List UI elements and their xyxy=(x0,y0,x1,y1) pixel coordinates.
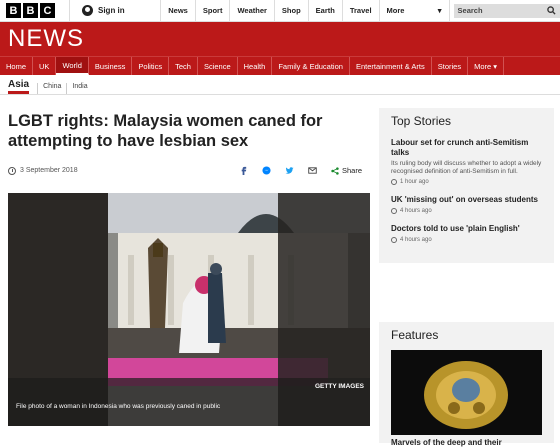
sea-creature-image xyxy=(391,350,542,435)
signin-link[interactable]: Sign in xyxy=(69,0,162,22)
list-item[interactable]: UK 'missing out' on overseas students 4 … xyxy=(391,195,542,214)
section-nav-stories[interactable]: Stories xyxy=(432,57,469,75)
section-nav-family-education[interactable]: Family & Education xyxy=(272,57,350,75)
search-icon xyxy=(547,6,556,15)
section-nav-more[interactable]: More ▾ xyxy=(468,57,505,75)
masthead: B B C Sign in News Sport Weather Shop Ea… xyxy=(0,0,560,22)
section-nav: Home UK World Business Politics Tech Sci… xyxy=(0,56,560,75)
sub-nav-asia[interactable]: Asia xyxy=(8,79,30,94)
bbc-logo[interactable]: B B C xyxy=(6,3,55,18)
feature-image[interactable] xyxy=(391,350,542,435)
section-nav-uk[interactable]: UK xyxy=(33,57,57,75)
twitter-icon[interactable] xyxy=(285,166,294,175)
story-time-text: 4 hours ago xyxy=(400,208,432,214)
section-nav-business[interactable]: Business xyxy=(89,57,133,75)
features-panel: Features Marvels of the deep and their xyxy=(379,322,554,447)
sub-nav-india[interactable]: India xyxy=(66,83,92,94)
section-nav-home[interactable]: Home xyxy=(0,57,34,75)
sub-nav: Asia China India xyxy=(0,75,560,95)
story-time: 4 hours ago xyxy=(391,237,542,243)
logo-block: C xyxy=(40,3,55,18)
more-label: More xyxy=(386,6,405,15)
chevron-down-icon: ▾ xyxy=(437,6,442,15)
global-nav: News Sport Weather Shop Earth Travel Mor… xyxy=(161,0,450,22)
story-time-text: 1 hour ago xyxy=(400,179,429,185)
top-stories: Top Stories Labour set for crunch anti-S… xyxy=(379,108,554,263)
search-placeholder: Search xyxy=(457,6,483,15)
article-headline: LGBT rights: Malaysia women caned for at… xyxy=(8,112,323,150)
section-nav-politics[interactable]: Politics xyxy=(132,57,170,75)
article-photo: GETTY IMAGES File photo of a woman in In… xyxy=(8,193,370,426)
list-item[interactable]: Doctors told to use 'plain English' 4 ho… xyxy=(391,224,542,243)
news-title[interactable]: NEWS xyxy=(8,25,84,53)
section-nav-science[interactable]: Science xyxy=(198,57,238,75)
global-nav-sport[interactable]: Sport xyxy=(196,0,231,22)
list-item[interactable]: Labour set for crunch anti-Semitism talk… xyxy=(391,138,542,185)
photo-credit: GETTY IMAGES xyxy=(315,383,364,390)
article-date: 3 September 2018 xyxy=(20,167,78,174)
clock-icon xyxy=(391,237,397,243)
story-title[interactable]: Doctors told to use 'plain English' xyxy=(391,224,542,234)
section-nav-world[interactable]: World xyxy=(56,57,89,75)
global-nav-news[interactable]: News xyxy=(161,0,196,22)
logo-block: B xyxy=(6,3,21,18)
story-summary: Its ruling body will discuss whether to … xyxy=(391,160,542,175)
logo-block: B xyxy=(23,3,38,18)
section-nav-tech[interactable]: Tech xyxy=(169,57,198,75)
caning-photo xyxy=(8,193,370,426)
share-icon xyxy=(331,166,339,175)
signin-label: Sign in xyxy=(98,6,125,15)
story-time-text: 4 hours ago xyxy=(400,237,432,243)
clock-icon xyxy=(391,208,397,214)
search-input[interactable]: Search xyxy=(453,3,560,18)
story-time: 4 hours ago xyxy=(391,208,542,214)
clock-icon xyxy=(8,166,16,175)
sub-nav-china[interactable]: China xyxy=(37,83,66,94)
photo-caption: File photo of a woman in Indonesia who w… xyxy=(16,403,221,410)
share-button[interactable]: Share xyxy=(331,166,362,175)
global-nav-shop[interactable]: Shop xyxy=(275,0,309,22)
messenger-icon[interactable] xyxy=(262,166,271,175)
article: LGBT rights: Malaysia women caned for at… xyxy=(8,108,370,426)
top-stories-panel: Top Stories Labour set for crunch anti-S… xyxy=(379,108,554,263)
story-title[interactable]: UK 'missing out' on overseas students xyxy=(391,195,542,205)
global-nav-weather[interactable]: Weather xyxy=(230,0,275,22)
news-banner: NEWS xyxy=(0,22,560,56)
article-meta: 3 September 2018 Share xyxy=(8,166,370,175)
clock-icon xyxy=(391,179,397,185)
email-icon[interactable] xyxy=(308,166,317,175)
story-title[interactable]: Labour set for crunch anti-Semitism talk… xyxy=(391,138,542,158)
global-nav-more[interactable]: More ▾ xyxy=(380,0,450,22)
section-nav-health[interactable]: Health xyxy=(238,57,273,75)
share-tools: Share xyxy=(239,166,370,175)
story-time: 1 hour ago xyxy=(391,179,542,185)
share-label: Share xyxy=(341,166,362,175)
user-icon xyxy=(82,5,93,16)
top-stories-heading: Top Stories xyxy=(391,114,452,128)
facebook-icon[interactable] xyxy=(239,166,248,175)
global-nav-travel[interactable]: Travel xyxy=(343,0,380,22)
features-heading: Features xyxy=(391,328,439,342)
section-nav-entertainment-arts[interactable]: Entertainment & Arts xyxy=(350,57,432,75)
global-nav-earth[interactable]: Earth xyxy=(309,0,343,22)
